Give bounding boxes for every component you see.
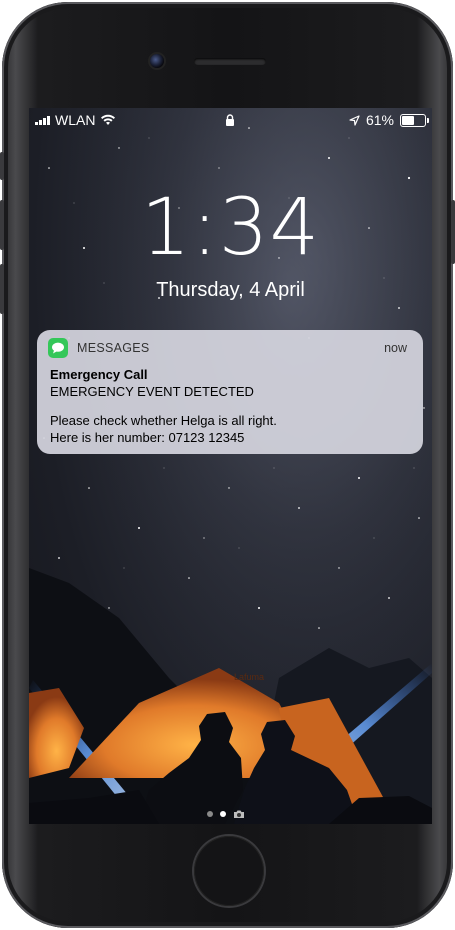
mute-switch bbox=[0, 152, 4, 180]
notification-time: now bbox=[384, 341, 407, 355]
notification-app-name: MESSAGES bbox=[77, 341, 150, 355]
phone-frame: WLAN 61% 1:34 Thursday, 4 April MESSAGES… bbox=[0, 2, 455, 928]
volume-down-button bbox=[0, 264, 4, 314]
status-bar: WLAN 61% bbox=[29, 108, 432, 132]
home-button[interactable] bbox=[194, 836, 264, 906]
battery-percent: 61% bbox=[365, 112, 394, 128]
status-right: 61% bbox=[349, 112, 429, 128]
clock-date: Thursday, 4 April bbox=[156, 279, 305, 301]
svg-text:Lafuma: Lafuma bbox=[234, 672, 264, 682]
clock-time: 1:34 bbox=[140, 183, 321, 273]
page-indicator bbox=[207, 809, 245, 819]
battery-icon bbox=[400, 113, 429, 127]
message-notification[interactable]: MESSAGES now Emergency Call EMERGENCY EV… bbox=[37, 330, 423, 454]
signal-strength-icon bbox=[35, 115, 50, 125]
page-dot-active bbox=[220, 811, 226, 817]
status-left: WLAN bbox=[35, 112, 116, 128]
earpiece-speaker bbox=[194, 58, 266, 65]
notification-line-2: Please check whether Helga is all right. bbox=[50, 413, 277, 428]
location-arrow-icon bbox=[349, 114, 360, 126]
volume-up-button bbox=[0, 200, 4, 250]
lock-icon bbox=[225, 113, 235, 129]
front-camera bbox=[150, 54, 164, 68]
notification-line-3: Here is her number: 07123 12345 bbox=[50, 430, 245, 445]
notification-line-1: EMERGENCY EVENT DETECTED bbox=[50, 384, 254, 399]
wallpaper-camping-scene: Lafuma bbox=[29, 568, 432, 824]
power-button bbox=[451, 200, 455, 264]
battery-level bbox=[402, 115, 415, 125]
messages-icon bbox=[48, 338, 68, 358]
lock-screen: WLAN 61% 1:34 Thursday, 4 April MESSAGES… bbox=[29, 108, 432, 824]
wifi-icon bbox=[101, 114, 116, 125]
camera-icon[interactable] bbox=[233, 809, 245, 819]
carrier-label: WLAN bbox=[55, 112, 96, 128]
page-dot bbox=[207, 811, 213, 817]
notification-title: Emergency Call bbox=[50, 367, 148, 382]
